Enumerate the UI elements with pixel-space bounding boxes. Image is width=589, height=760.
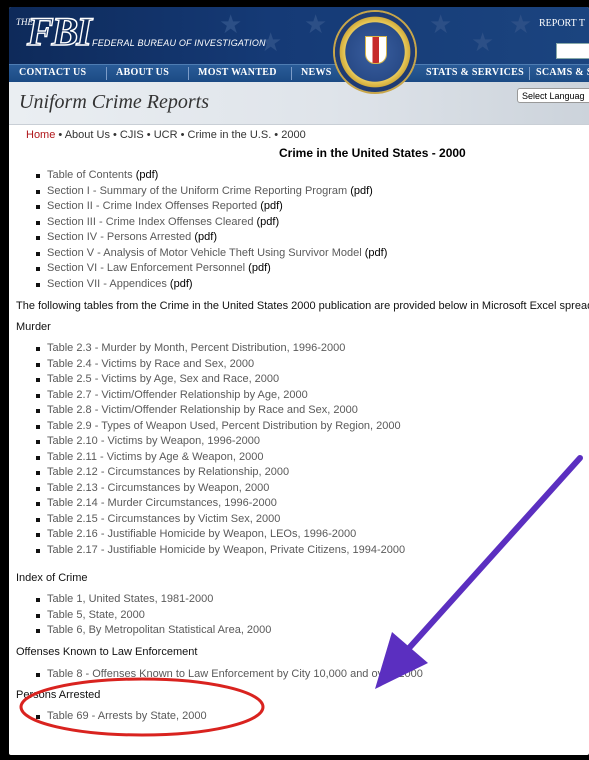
list-item[interactable]: Table 2.12 - Circumstances by Relationsh…	[9, 465, 405, 481]
section-link[interactable]: Section IV - Persons Arrested	[47, 231, 191, 243]
seal-shield-icon	[365, 36, 387, 64]
list-item[interactable]: Table 1, United States, 1981-2000	[9, 592, 271, 608]
intro-text: The following tables from the Crime in t…	[16, 300, 589, 312]
nav-contact-us[interactable]: CONTACT US	[19, 67, 86, 78]
nav-divider	[291, 67, 292, 80]
star-decoration: ★	[509, 9, 533, 39]
nav-most-wanted[interactable]: MOST WANTED	[198, 67, 277, 78]
star-decoration: ★	[219, 9, 243, 39]
nav-stats-services[interactable]: STATS & SERVICES	[426, 67, 524, 78]
breadcrumb: Home • About Us • CJIS • UCR • Crime in …	[26, 129, 306, 141]
list-item[interactable]: Table of Contents (pdf)	[9, 168, 387, 184]
nav-divider	[529, 67, 530, 80]
section-link[interactable]: Section V - Analysis of Motor Vehicle Th…	[47, 247, 362, 259]
index-table-list: Table 1, United States, 1981-2000 Table …	[9, 592, 271, 639]
list-item[interactable]: Table 2.8 - Victim/Offender Relationship…	[9, 403, 405, 419]
list-item[interactable]: Table 2.14 - Murder Circumstances, 1996-…	[9, 496, 405, 512]
pdf-link[interactable]: (pdf)	[365, 247, 388, 259]
offenses-table-list: Table 8 - Offenses Known to Law Enforcem…	[9, 667, 423, 683]
list-item[interactable]: Table 2.16 - Justifiable Homicide by Wea…	[9, 527, 405, 543]
list-item[interactable]: Table 2.17 - Justifiable Homicide by Wea…	[9, 543, 405, 559]
list-item[interactable]: Table 6, By Metropolitan Statistical Are…	[9, 623, 271, 639]
nav-divider	[106, 67, 107, 80]
nav-divider	[188, 67, 189, 80]
list-item[interactable]: Section VI - Law Enforcement Personnel (…	[9, 261, 387, 277]
list-item[interactable]: Table 2.9 - Types of Weapon Used, Percen…	[9, 419, 405, 435]
group-heading-offenses-known: Offenses Known to Law Enforcement	[16, 646, 198, 658]
logo-subtitle: FEDERAL BUREAU OF INVESTIGATION	[92, 38, 266, 48]
list-item[interactable]: Table 2.7 - Victim/Offender Relationship…	[9, 388, 405, 404]
search-input[interactable]	[556, 43, 589, 59]
list-item[interactable]: Section I - Summary of the Uniform Crime…	[9, 184, 387, 200]
fbi-logo[interactable]: FBI	[26, 9, 92, 54]
pdf-link[interactable]: (pdf)	[350, 185, 373, 197]
pdf-link[interactable]: (pdf)	[170, 278, 193, 290]
nav-scams[interactable]: SCAMS & SA	[536, 67, 589, 78]
pdf-link[interactable]: (pdf)	[248, 262, 271, 274]
page-title: Crime in the United States - 2000	[279, 146, 466, 160]
list-item[interactable]: Section V - Analysis of Motor Vehicle Th…	[9, 246, 387, 262]
pdf-link[interactable]: (pdf)	[257, 216, 280, 228]
section-link[interactable]: Section VI - Law Enforcement Personnel	[47, 262, 245, 274]
section-link[interactable]: Section VII - Appendices	[47, 278, 167, 290]
list-item[interactable]: Section IV - Persons Arrested (pdf)	[9, 230, 387, 246]
list-item[interactable]: Table 5, State, 2000	[9, 608, 271, 624]
list-item[interactable]: Table 2.4 - Victims by Race and Sex, 200…	[9, 357, 405, 373]
pdf-link[interactable]: (pdf)	[194, 231, 217, 243]
group-heading-persons-arrested: Persons Arrested	[16, 689, 101, 701]
section-link[interactable]: Section II - Crime Index Offenses Report…	[47, 200, 257, 212]
nav-news[interactable]: NEWS	[301, 67, 332, 78]
list-item[interactable]: Table 2.3 - Murder by Month, Percent Dis…	[9, 341, 405, 357]
pdf-link[interactable]: (pdf)	[136, 169, 159, 181]
fbi-seal[interactable]	[335, 12, 415, 92]
ucr-title-bar: Uniform Crime Reports Select Languag	[9, 82, 589, 125]
list-item[interactable]: Table 69 - Arrests by State, 2000	[9, 709, 207, 725]
list-item[interactable]: Table 2.15 - Circumstances by Victim Sex…	[9, 512, 405, 528]
site-header: ★ ★ ★ ★ ★ ★ THE FBI FEDERAL BUREAU OF IN…	[9, 7, 589, 64]
list-item[interactable]: Section VII - Appendices (pdf)	[9, 277, 387, 293]
arrests-table-list: Table 69 - Arrests by State, 2000	[9, 709, 207, 725]
breadcrumb-trail: • About Us • CJIS • UCR • Crime in the U…	[55, 129, 306, 141]
list-item[interactable]: Table 2.11 - Victims by Age & Weapon, 20…	[9, 450, 405, 466]
group-heading-murder: Murder	[16, 321, 51, 333]
section-link[interactable]: Table of Contents	[47, 169, 133, 181]
browser-page: ★ ★ ★ ★ ★ ★ THE FBI FEDERAL BUREAU OF IN…	[9, 7, 589, 755]
sections-list: Table of Contents (pdf) Section I - Summ…	[9, 168, 387, 292]
page-section-title: Uniform Crime Reports	[19, 91, 209, 113]
breadcrumb-home-link[interactable]: Home	[26, 129, 55, 141]
murder-table-list: Table 2.3 - Murder by Month, Percent Dis…	[9, 341, 405, 558]
section-link[interactable]: Section I - Summary of the Uniform Crime…	[47, 185, 347, 197]
section-link[interactable]: Section III - Crime Index Offenses Clear…	[47, 216, 253, 228]
nav-about-us[interactable]: ABOUT US	[116, 67, 169, 78]
star-decoration: ★	[304, 9, 328, 39]
report-link[interactable]: REPORT T	[539, 18, 585, 29]
list-item[interactable]: Section III - Crime Index Offenses Clear…	[9, 215, 387, 231]
pdf-link[interactable]: (pdf)	[260, 200, 283, 212]
star-decoration: ★	[429, 9, 453, 39]
star-decoration: ★	[471, 27, 495, 57]
list-item[interactable]: Table 8 - Offenses Known to Law Enforcem…	[9, 667, 423, 683]
group-heading-index-of-crime: Index of Crime	[16, 572, 88, 584]
language-select[interactable]: Select Languag	[517, 88, 589, 103]
list-item[interactable]: Section II - Crime Index Offenses Report…	[9, 199, 387, 215]
main-nav: CONTACT US ABOUT US MOST WANTED NEWS STA…	[9, 64, 589, 82]
list-item[interactable]: Table 2.10 - Victims by Weapon, 1996-200…	[9, 434, 405, 450]
list-item[interactable]: Table 2.13 - Circumstances by Weapon, 20…	[9, 481, 405, 497]
list-item[interactable]: Table 2.5 - Victims by Age, Sex and Race…	[9, 372, 405, 388]
